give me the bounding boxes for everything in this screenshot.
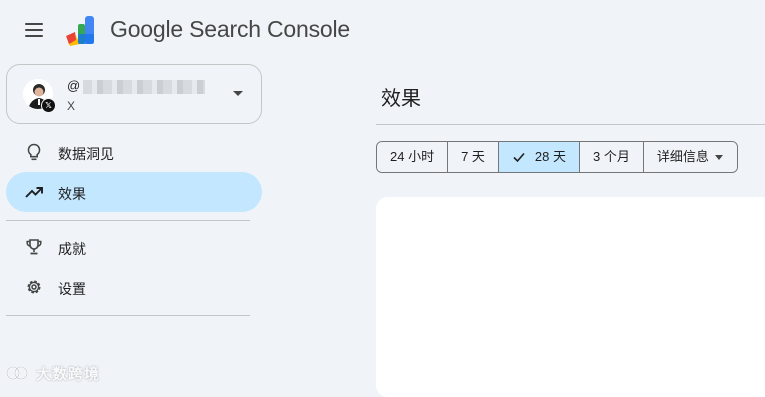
range-label: 28 天 (534, 149, 566, 164)
search-console-logo (66, 16, 94, 46)
app-title: Google Search Console (110, 16, 351, 42)
sidebar-item-performance[interactable]: 效果 (6, 172, 262, 212)
more-details-dropdown[interactable]: 详细信息 (642, 142, 737, 172)
sidebar-item-label: 成就 (58, 241, 86, 257)
x-logo-icon: 𝕏 (41, 98, 56, 113)
account-subtitle: X (67, 99, 76, 113)
account-handle: @ (67, 78, 81, 93)
nav-divider (6, 315, 250, 316)
title-divider (376, 124, 765, 125)
gear-icon (27, 280, 41, 294)
range-3-months-button[interactable]: 3 个月 (579, 142, 643, 172)
date-range-selector: 24 小时 7 天 28 天 3 个月 详细信息 (376, 141, 738, 173)
check-icon (513, 152, 525, 163)
sidebar-item-label: 设置 (58, 281, 86, 297)
watermark-text: 大数跨境 (36, 365, 101, 383)
caret-down-icon (714, 155, 723, 160)
sidebar-item-settings[interactable]: 设置 (6, 267, 262, 307)
trophy-icon (26, 239, 42, 255)
redacted-account-name (83, 80, 205, 94)
nav-divider (6, 220, 250, 221)
lightbulb-icon (27, 143, 41, 161)
sidebar-item-insights[interactable]: 数据洞见 (6, 132, 262, 172)
performance-chart-card (376, 197, 765, 397)
hamburger-menu-icon[interactable] (22, 18, 46, 42)
watermark: 大数跨境 (6, 362, 100, 384)
top-app-bar: Google Search Console (0, 0, 765, 62)
sidebar-item-achievements[interactable]: 成就 (6, 227, 262, 267)
sidebar-item-label: 数据洞见 (58, 146, 114, 162)
range-7-days-button[interactable]: 7 天 (447, 142, 498, 172)
range-24-hours-button[interactable]: 24 小时 (377, 142, 448, 172)
trending-up-icon (25, 187, 43, 198)
watermark-logo-icon (6, 366, 28, 380)
range-label: 详细信息 (656, 149, 709, 164)
page-title: 效果 (381, 88, 421, 110)
account-switcher[interactable]: 𝕏 @ X (6, 64, 262, 124)
caret-down-icon (233, 91, 243, 96)
range-28-days-button[interactable]: 28 天 (497, 142, 579, 172)
sidebar-item-label: 效果 (58, 186, 86, 202)
